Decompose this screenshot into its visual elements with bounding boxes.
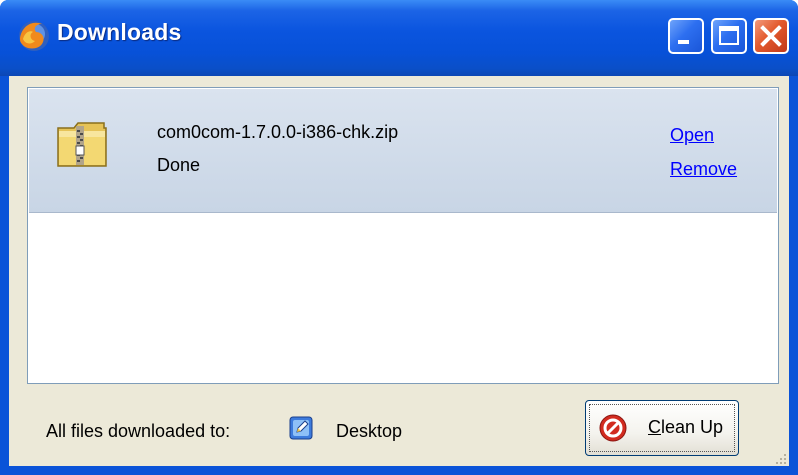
download-status: Done — [157, 155, 201, 175]
download-item[interactable]: com0com-1.7.0.0-i386-chk.zip Done Open R… — [29, 89, 777, 213]
window-title: Downloads — [57, 19, 182, 45]
resize-grip-icon[interactable] — [772, 450, 788, 466]
close-icon — [760, 25, 782, 47]
downloads-list[interactable]: com0com-1.7.0.0-i386-chk.zip Done Open R… — [27, 87, 779, 384]
close-button[interactable] — [753, 18, 789, 54]
zip-folder-icon — [57, 122, 107, 167]
no-entry-icon — [599, 414, 627, 442]
maximize-icon — [719, 26, 739, 45]
minimize-icon — [678, 40, 689, 44]
download-filename: com0com-1.7.0.0-i386-chk.zip — [157, 122, 399, 142]
firefox-icon — [19, 21, 49, 51]
clean-up-label: Clean Up — [648, 417, 724, 437]
minimize-button[interactable] — [668, 18, 704, 54]
open-link[interactable]: Open — [670, 125, 714, 146]
title-bar[interactable]: Downloads — [0, 0, 798, 76]
desktop-folder-link[interactable]: Desktop — [336, 421, 402, 442]
download-location-label: All files downloaded to: — [46, 421, 231, 441]
downloads-window: Downloads com0com-1.7.0.0-i386-chk.zip D… — [0, 0, 798, 475]
remove-link[interactable]: Remove — [670, 159, 737, 180]
maximize-button[interactable] — [711, 18, 747, 54]
clean-up-button[interactable]: Clean Up — [585, 400, 739, 456]
desktop-folder-icon[interactable] — [287, 414, 315, 442]
